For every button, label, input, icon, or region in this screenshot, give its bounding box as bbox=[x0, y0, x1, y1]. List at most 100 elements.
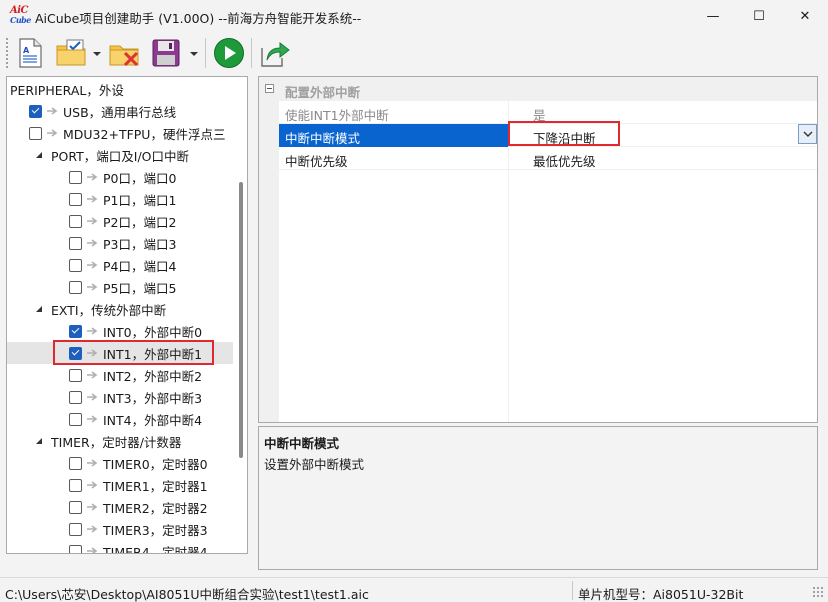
arrow-right-icon bbox=[87, 459, 98, 467]
tree-item-int2[interactable]: INT2，外部中断2 bbox=[7, 364, 233, 386]
checkbox[interactable] bbox=[69, 412, 82, 426]
open-checklist-button[interactable] bbox=[54, 35, 90, 71]
tree-item-label: INT2，外部中断2 bbox=[103, 368, 203, 384]
save-button[interactable] bbox=[148, 35, 184, 71]
checkbox[interactable] bbox=[29, 104, 42, 118]
tree-item-usb[interactable]: USB，通用串行总线 bbox=[7, 100, 233, 122]
arrow-right-icon bbox=[87, 393, 98, 401]
checkbox[interactable] bbox=[69, 324, 82, 338]
tree-item-timer4[interactable]: TIMER4，定时器4 bbox=[7, 540, 233, 553]
arrow-right-icon bbox=[87, 261, 98, 269]
tree-item-p0[interactable]: P0口，端口0 bbox=[7, 166, 233, 188]
checkbox[interactable] bbox=[69, 170, 82, 184]
tree-item-label: INT4，外部中断4 bbox=[103, 412, 203, 428]
checkbox[interactable] bbox=[69, 522, 82, 536]
property-name: 中断优先级 bbox=[285, 154, 348, 169]
chevron-down-icon[interactable] bbox=[92, 49, 102, 59]
tree-root-peripheral[interactable]: PERIPHERAL，外设 bbox=[7, 78, 233, 100]
property-name: 中断中断模式 bbox=[285, 131, 361, 146]
checkbox[interactable] bbox=[69, 236, 82, 250]
checkbox[interactable] bbox=[69, 390, 82, 404]
tree-group-timer[interactable]: TIMER，定时器/计数器 bbox=[7, 430, 233, 452]
collapse-arrow-icon[interactable] bbox=[33, 149, 45, 161]
checkbox[interactable] bbox=[69, 456, 82, 470]
tree-item-int0[interactable]: INT0，外部中断0 bbox=[7, 320, 233, 342]
chevron-down-icon bbox=[803, 131, 812, 137]
tree-item-int3[interactable]: INT3，外部中断3 bbox=[7, 386, 233, 408]
tree-item-label: PERIPHERAL，外设 bbox=[10, 82, 124, 98]
tree-item-label: P0口，端口0 bbox=[103, 170, 177, 186]
checkbox[interactable] bbox=[69, 368, 82, 382]
checkbox[interactable] bbox=[69, 544, 82, 553]
peripheral-tree[interactable]: PERIPHERAL，外设 USB，通用串行总线 MDU32+TFPU，硬件浮点… bbox=[6, 76, 248, 554]
tree-item-timer2[interactable]: TIMER2，定时器2 bbox=[7, 496, 233, 518]
tree-item-label: PORT，端口及I/O口中断 bbox=[51, 148, 190, 164]
checkbox[interactable] bbox=[69, 280, 82, 294]
delete-project-button[interactable] bbox=[107, 35, 143, 71]
collapse-arrow-icon[interactable] bbox=[33, 435, 45, 447]
maximize-button[interactable]: ☐ bbox=[736, 0, 782, 32]
new-document-button[interactable]: A bbox=[12, 35, 48, 71]
resize-grip[interactable] bbox=[812, 586, 824, 598]
checkbox[interactable] bbox=[69, 214, 82, 228]
arrow-right-icon bbox=[87, 481, 98, 489]
checkbox[interactable] bbox=[69, 500, 82, 514]
tree-group-exti[interactable]: EXTI，传统外部中断 bbox=[7, 298, 233, 320]
tree-item-label: INT0，外部中断0 bbox=[103, 324, 203, 340]
close-button[interactable]: ✕ bbox=[782, 0, 828, 32]
tree-item-p4[interactable]: P4口，端口4 bbox=[7, 254, 233, 276]
play-icon bbox=[214, 38, 244, 68]
mode-dropdown-button[interactable] bbox=[798, 124, 817, 144]
toolbar-divider bbox=[251, 38, 252, 68]
status-bar: C:\Users\芯安\Desktop\AI8051U中断组合实验\test1\… bbox=[0, 577, 828, 602]
tree-group-port[interactable]: PORT，端口及I/O口中断 bbox=[7, 144, 233, 166]
arrow-right-icon bbox=[87, 239, 98, 247]
category-label: 配置外部中断 bbox=[285, 85, 361, 100]
highlight-box bbox=[508, 121, 620, 146]
run-button[interactable] bbox=[211, 35, 247, 71]
property-row-priority[interactable]: 中断优先级 最低优先级 bbox=[279, 147, 817, 170]
new-document-icon: A bbox=[19, 38, 42, 68]
export-button[interactable] bbox=[257, 35, 293, 71]
arrow-right-icon bbox=[87, 195, 98, 203]
tree-item-label: P3口，端口3 bbox=[103, 236, 177, 252]
tree-item-timer1[interactable]: TIMER1，定时器1 bbox=[7, 474, 233, 496]
collapse-arrow-icon[interactable] bbox=[33, 303, 45, 315]
arrow-right-icon bbox=[87, 283, 98, 291]
title-bar: AiC Cube AiCube项目创建助手 (V1.00O) --前海方舟智能开… bbox=[0, 0, 828, 32]
tree-item-timer3[interactable]: TIMER3，定时器3 bbox=[7, 518, 233, 540]
checkbox[interactable] bbox=[69, 192, 82, 206]
column-divider[interactable] bbox=[508, 101, 509, 422]
tree-item-p3[interactable]: P3口，端口3 bbox=[7, 232, 233, 254]
tree-item-label: USB，通用串行总线 bbox=[63, 104, 177, 120]
tree-item-timer0[interactable]: TIMER0，定时器0 bbox=[7, 452, 233, 474]
checkbox[interactable] bbox=[69, 478, 82, 492]
delete-folder-icon bbox=[109, 45, 139, 67]
logo-text-bottom: Cube bbox=[10, 15, 31, 25]
tree-scrollbar[interactable] bbox=[239, 182, 243, 458]
checkbox[interactable] bbox=[29, 126, 42, 140]
highlight-box bbox=[53, 340, 214, 365]
arrow-right-icon bbox=[87, 217, 98, 225]
arrow-right-icon bbox=[47, 107, 58, 115]
toolbar-grip[interactable] bbox=[5, 37, 9, 68]
checklist-folder-icon bbox=[56, 39, 86, 66]
project-path: C:\Users\芯安\Desktop\AI8051U中断组合实验\test1\… bbox=[5, 587, 369, 602]
tree-item-label: P4口，端口4 bbox=[103, 258, 177, 274]
chevron-down-icon[interactable] bbox=[189, 49, 199, 59]
tree-item-mdu32[interactable]: MDU32+TFPU，硬件浮点三 bbox=[7, 122, 247, 144]
tree-item-int4[interactable]: INT4，外部中断4 bbox=[7, 408, 233, 430]
tree-item-label: EXTI，传统外部中断 bbox=[51, 302, 167, 318]
tree-item-p5[interactable]: P5口，端口5 bbox=[7, 276, 233, 298]
tree-item-p2[interactable]: P2口，端口2 bbox=[7, 210, 233, 232]
checkbox[interactable] bbox=[69, 258, 82, 272]
minimize-button[interactable]: — bbox=[690, 0, 736, 32]
tree-item-label: P5口，端口5 bbox=[103, 280, 177, 296]
property-category[interactable]: 配置外部中断 bbox=[259, 77, 817, 101]
property-grid-gutter bbox=[259, 77, 279, 422]
arrow-right-icon bbox=[87, 503, 98, 511]
collapse-icon[interactable] bbox=[265, 84, 274, 93]
description-title: 中断中断模式 bbox=[264, 436, 340, 451]
status-divider bbox=[572, 581, 573, 600]
tree-item-p1[interactable]: P1口，端口1 bbox=[7, 188, 233, 210]
